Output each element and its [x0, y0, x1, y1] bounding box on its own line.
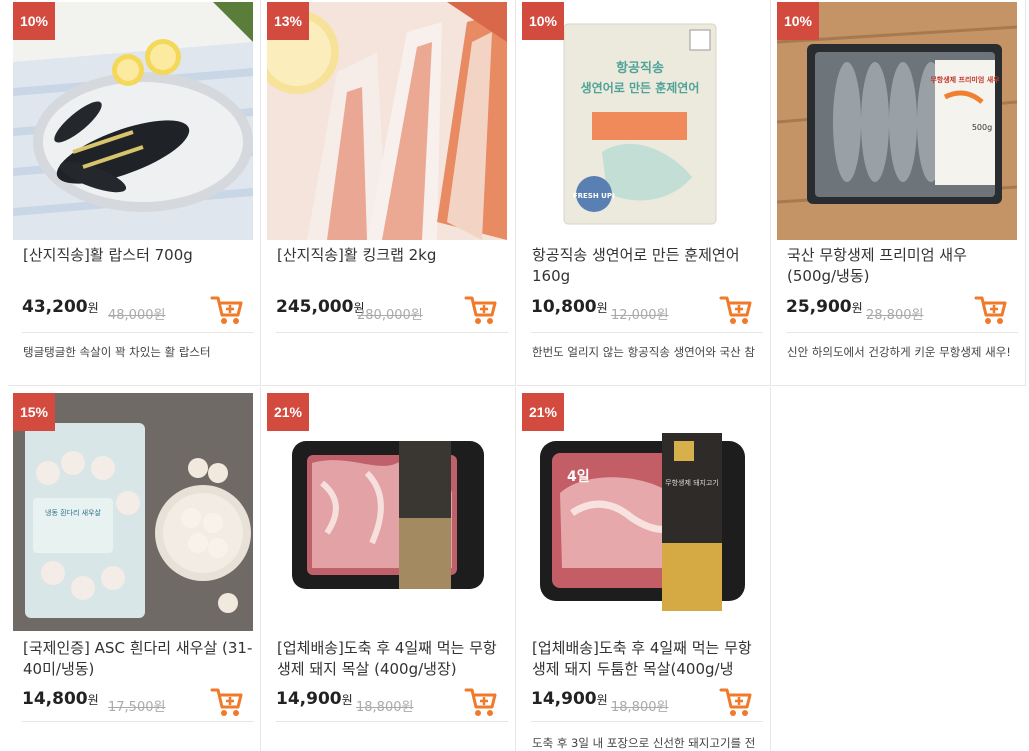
discount-badge: 10% — [777, 2, 819, 40]
package-line-1: 무항생제 프리미엄 새우 — [930, 75, 1000, 84]
original-price: 12,000원 — [611, 308, 669, 323]
product-image-smoked-salmon[interactable]: 항공직송 생연어로 만든 훈제연어 FRESH UP! 10% — [522, 2, 762, 240]
cart-icon[interactable] — [464, 685, 498, 719]
product-title[interactable]: [업체배송]도축 후 4일째 먹는 무항생제 돼지 두툼한 목살(400g/냉 — [532, 638, 762, 680]
sale-price: 25,900원 — [786, 297, 863, 317]
discount-badge: 21% — [267, 393, 309, 431]
product-image-king-crab[interactable]: 13% — [267, 2, 507, 240]
cart-icon[interactable] — [719, 293, 753, 327]
package-label: 무항생제 돼지고기 — [665, 478, 719, 487]
price-row: 10,800원 12,000원 — [531, 295, 763, 327]
divider — [276, 721, 508, 722]
product-card[interactable]: 무항생제 프리미엄 새우 500g 10% 국산 무항생제 프리미엄 새우 (5… — [772, 0, 1026, 386]
price-row: 25,900원 28,800원 — [786, 295, 1018, 327]
divider — [22, 721, 254, 722]
cart-icon[interactable] — [464, 293, 498, 327]
sale-price: 43,200원 — [22, 297, 99, 317]
discount-badge: 10% — [13, 2, 55, 40]
discount-badge: 13% — [267, 2, 309, 40]
price-row: 14,800원 17,500원 — [22, 687, 254, 719]
original-price: 18,800원 — [611, 700, 669, 715]
product-title[interactable]: 항공직송 생연어로 만든 훈제연어 160g — [532, 245, 762, 287]
price-row: 43,200원 48,000원 — [22, 295, 254, 327]
product-title[interactable]: [업체배송]도축 후 4일째 먹는 무항생제 돼지 목살 (400g/냉장) — [277, 638, 507, 680]
sale-price: 245,000원 — [276, 297, 365, 317]
product-title[interactable]: [산지직송]활 랍스터 700g — [23, 245, 253, 266]
product-grid: 10% [산지직송]활 랍스터 700g 43,200원 48,000원 탱글탱… — [0, 0, 1029, 751]
product-card[interactable]: 13% [산지직송]활 킹크랩 2kg 245,000원 280,000원 — [262, 0, 516, 386]
package-label: 냉동 흰다리 새우살 — [45, 508, 102, 517]
cart-icon[interactable] — [210, 685, 244, 719]
product-description: 도축 후 3일 내 포장으로 신선한 돼지고기를 전 — [532, 736, 756, 750]
product-card[interactable]: 10% [산지직송]활 랍스터 700g 43,200원 48,000원 탱글탱… — [8, 0, 261, 386]
discount-badge: 10% — [522, 2, 564, 40]
divider — [786, 332, 1018, 333]
product-description: 한번도 얼리지 않는 항공직송 생연어와 국산 참 — [532, 345, 755, 359]
divider — [276, 332, 508, 333]
product-image-lobster[interactable]: 10% — [13, 2, 253, 240]
product-image-pork-neck[interactable]: 21% — [267, 393, 507, 631]
original-price: 280,000원 — [357, 308, 423, 323]
divider — [531, 721, 763, 722]
cart-icon[interactable] — [719, 685, 753, 719]
original-price: 28,800원 — [866, 308, 924, 323]
original-price: 18,800원 — [356, 700, 414, 715]
package-days: 4일 — [567, 469, 590, 485]
product-description: 탱글탱글한 속살이 꽉 차있는 활 랍스터 — [23, 345, 211, 359]
package-line-2: 생연어로 만든 훈제연어 — [581, 80, 700, 95]
product-card[interactable]: 21% [업체배송]도축 후 4일째 먹는 무항생제 돼지 목살 (400g/냉… — [262, 387, 516, 751]
product-image-shrimp[interactable]: 무항생제 프리미엄 새우 500g 10% — [777, 2, 1017, 240]
original-price: 48,000원 — [108, 308, 166, 323]
package-weight: 500g — [972, 123, 992, 132]
cart-icon[interactable] — [210, 293, 244, 327]
discount-badge: 21% — [522, 393, 564, 431]
divider — [531, 332, 763, 333]
product-title[interactable]: 국산 무항생제 프리미엄 새우 (500g/냉동) — [787, 245, 1017, 287]
product-title[interactable]: [산지직송]활 킹크랩 2kg — [277, 245, 507, 266]
sale-price: 10,800원 — [531, 297, 608, 317]
product-card[interactable]: 무항생제 돼지고기 4일 21% [업체배송]도축 후 4일째 먹는 무항생제 … — [517, 387, 771, 751]
discount-badge: 15% — [13, 393, 55, 431]
original-price: 17,500원 — [108, 700, 166, 715]
product-title[interactable]: [국제인증] ASC 흰다리 새우살 (31-40미/냉동) — [23, 638, 253, 680]
package-badge: FRESH UP! — [573, 192, 615, 200]
sale-price: 14,900원 — [276, 689, 353, 709]
divider — [22, 332, 254, 333]
product-card[interactable]: 냉동 흰다리 새우살 15% [국제인증] ASC 흰다리 새우살 (31-40… — [8, 387, 261, 751]
cart-icon[interactable] — [974, 293, 1008, 327]
price-row: 14,900원 18,800원 — [276, 687, 508, 719]
price-row: 14,900원 18,800원 — [531, 687, 763, 719]
product-description: 신안 하의도에서 건강하게 키운 무항생제 새우! — [787, 345, 1011, 359]
package-line-1: 항공직송 — [616, 60, 664, 76]
price-row: 245,000원 280,000원 — [276, 295, 508, 327]
product-image-thick-pork-neck[interactable]: 무항생제 돼지고기 4일 21% — [522, 393, 762, 631]
product-card[interactable]: 항공직송 생연어로 만든 훈제연어 FRESH UP! 10% 항공직송 생연어… — [517, 0, 771, 386]
sale-price: 14,800원 — [22, 689, 99, 709]
product-image-shrimp-meat[interactable]: 냉동 흰다리 새우살 15% — [13, 393, 253, 631]
sale-price: 14,900원 — [531, 689, 608, 709]
